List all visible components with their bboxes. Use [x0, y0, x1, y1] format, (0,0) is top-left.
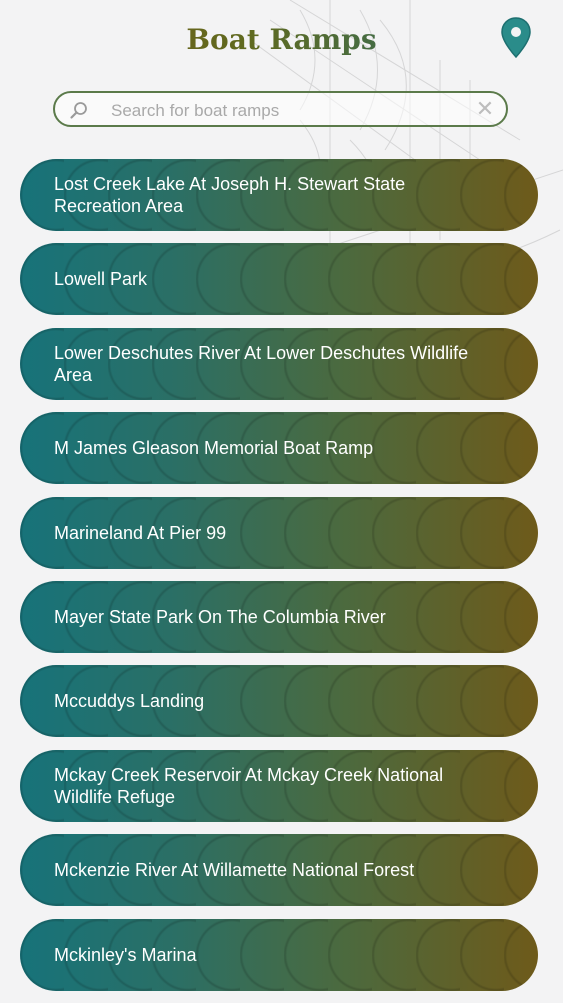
app-header: Boat Ramps	[0, 0, 563, 80]
list-item[interactable]: M James Gleason Memorial Boat Ramp	[20, 412, 538, 485]
list-item[interactable]: Lost Creek Lake At Joseph H. Stewart Sta…	[20, 159, 538, 231]
list-item[interactable]: Mckay Creek Reservoir At Mckay Creek Nat…	[20, 749, 538, 822]
list-item-label: Lower Deschutes River At Lower Deschutes…	[54, 342, 469, 385]
list-item-label: Lost Creek Lake At Joseph H. Stewart Sta…	[54, 174, 406, 216]
list-item[interactable]: Marineland At Pier 99	[20, 496, 538, 569]
list-item[interactable]: Mayer State Park On The Columbia River	[20, 580, 538, 653]
list-item[interactable]: Lower Deschutes River At Lower Deschutes…	[20, 327, 538, 400]
list-item-label: M James Gleason Memorial Boat Ramp	[54, 438, 374, 459]
list-item-label: Mckenzie River At Willamette National Fo…	[54, 860, 415, 881]
boat-ramp-list: Lost Creek Lake At Joseph H. Stewart Sta…	[20, 159, 538, 1003]
list-item[interactable]: Lowell Park	[20, 243, 538, 316]
list-item-label: Lowell Park	[54, 269, 148, 290]
clear-icon[interactable]: ✕	[474, 98, 496, 120]
list-item-label: Mckinley's Marina	[54, 944, 197, 965]
search-bar: ✕	[53, 91, 508, 127]
search-icon	[70, 102, 87, 119]
list-item-label: Mckay Creek Reservoir At Mckay Creek Nat…	[54, 764, 444, 807]
list-item-label: Marineland At Pier 99	[54, 522, 227, 543]
page-title: Boat Ramps	[0, 18, 563, 62]
list-item[interactable]: Mckinley's Marina	[20, 918, 538, 991]
list-item[interactable]: Mckenzie River At Willamette National Fo…	[20, 834, 538, 907]
search-input[interactable]	[109, 97, 473, 125]
map-pin-icon[interactable]	[499, 16, 533, 60]
list-item-label: Mccuddys Landing	[54, 691, 205, 712]
list-item[interactable]: Mccuddys Landing	[20, 665, 538, 738]
list-item-label: Mayer State Park On The Columbia River	[54, 606, 386, 627]
